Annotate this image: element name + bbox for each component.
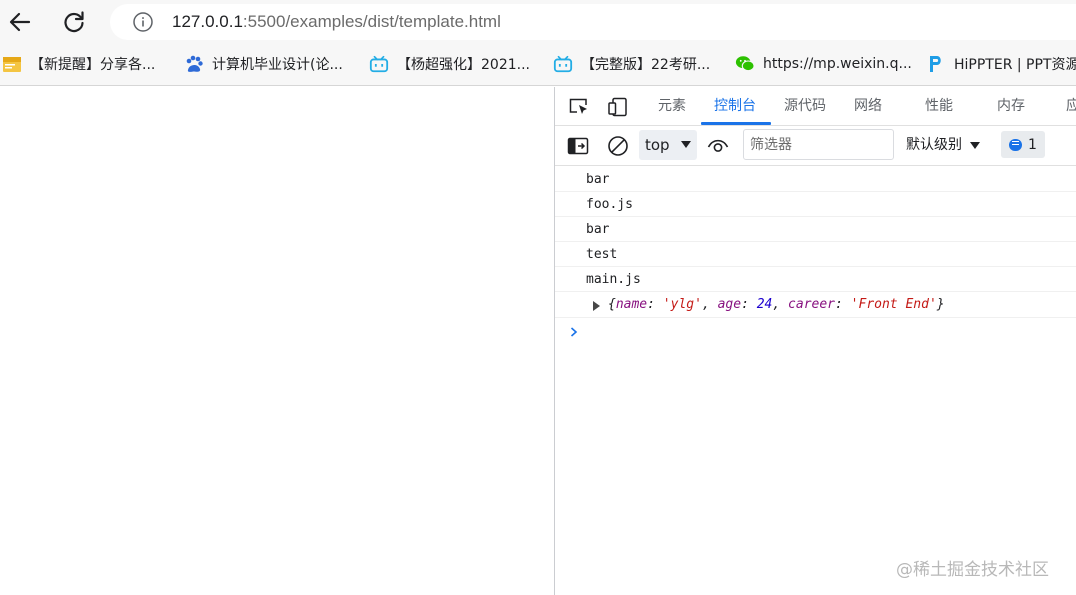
url-path: :5500/examples/dist/template.html — [242, 12, 501, 31]
bookmark-item[interactable]: HiPPTER | PPT资源 — [926, 44, 1076, 84]
issues-counter[interactable]: 1 — [1001, 131, 1045, 158]
context-selector-value: top — [645, 136, 670, 154]
context-selector[interactable]: top — [639, 130, 697, 160]
bookmark-item[interactable]: 【新提醒】分享各... — [2, 44, 155, 84]
console-message: bar — [555, 217, 1076, 242]
bookmark-item[interactable]: 【完整版】22考研... — [553, 44, 710, 84]
baidu-paw-icon — [184, 54, 204, 74]
clear-console-button[interactable] — [606, 135, 630, 157]
clear-console-icon — [608, 136, 628, 156]
object-preview: {name: 'ylg', age: 24, career: 'Front En… — [608, 297, 945, 312]
dropdown-caret-icon — [681, 141, 691, 148]
console-object-row[interactable]: {name: 'ylg', age: 24, career: 'Front En… — [555, 292, 1076, 318]
console-output: bar foo.js bar test main.js {name: 'ylg'… — [555, 167, 1076, 595]
watermark: @稀土掘金技术社区 — [896, 560, 1049, 580]
tab-memory[interactable]: 内存 — [997, 87, 1025, 126]
tab-sources[interactable]: 源代码 — [784, 87, 826, 126]
console-message: bar — [555, 167, 1076, 192]
bookmark-item[interactable]: 计算机毕业设计(论... — [184, 44, 343, 84]
device-toolbar-button[interactable] — [606, 96, 630, 118]
bilibili-icon — [369, 54, 389, 74]
tab-application[interactable]: 应 — [1066, 87, 1076, 126]
bookmark-label: HiPPTER | PPT资源 — [954, 57, 1076, 73]
message-bubble-icon — [1009, 138, 1023, 151]
sidebar-toggle-button[interactable] — [566, 135, 590, 157]
tab-elements[interactable]: 元素 — [658, 87, 686, 126]
expand-triangle-icon[interactable] — [593, 301, 600, 311]
console-filter-input[interactable] — [743, 129, 894, 160]
active-tab-indicator — [701, 122, 771, 125]
browser-navbar: 127.0.0.1:5500/examples/dist/template.ht… — [0, 0, 1076, 44]
tab-performance[interactable]: 性能 — [925, 87, 953, 126]
bookmark-label: 计算机毕业设计(论... — [212, 57, 343, 73]
eye-icon — [707, 139, 729, 152]
devtools-panel: 元素 控制台 源代码 网络 性能 内存 应 top 默认级别 1 ba — [554, 87, 1076, 595]
sidebar-toggle-icon — [567, 137, 589, 155]
wechat-icon — [735, 54, 755, 74]
bookmark-label: 【完整版】22考研... — [581, 57, 711, 73]
url-host: 127.0.0.1 — [172, 12, 243, 31]
inspect-icon — [569, 98, 587, 114]
dropdown-caret-icon — [970, 141, 980, 149]
tab-network[interactable]: 网络 — [854, 87, 882, 126]
back-button[interactable] — [4, 6, 36, 38]
back-arrow-icon — [9, 12, 31, 32]
bilibili-icon — [553, 54, 573, 74]
folder-note-icon — [2, 54, 22, 74]
prompt-chevron-icon — [570, 327, 578, 337]
address-bar[interactable]: 127.0.0.1:5500/examples/dist/template.ht… — [110, 4, 1076, 40]
reload-icon — [64, 11, 84, 33]
page-viewport — [0, 87, 554, 595]
console-message: test — [555, 242, 1076, 267]
bookmark-item[interactable]: 【杨超强化】2021... — [369, 44, 530, 84]
log-levels-dropdown[interactable]: 默认级别 — [906, 130, 980, 160]
issues-count: 1 — [1028, 136, 1037, 153]
reload-button[interactable] — [58, 6, 90, 38]
devtools-tab-bar: 元素 控制台 源代码 网络 性能 内存 应 — [555, 87, 1076, 126]
console-toolbar: top 默认级别 1 — [555, 126, 1076, 166]
console-prompt-row[interactable] — [555, 318, 1076, 344]
site-info-icon[interactable] — [132, 11, 154, 33]
hippter-icon — [926, 54, 946, 74]
bookmarks-bar: 【新提醒】分享各... 计算机毕业设计(论... 【杨超强化】2021... 【… — [0, 44, 1076, 86]
tab-console[interactable]: 控制台 — [714, 87, 756, 126]
console-message: main.js — [555, 267, 1076, 292]
bookmark-item[interactable]: https://mp.weixin.q... — [735, 44, 912, 84]
bookmark-label: 【杨超强化】2021... — [397, 57, 530, 73]
log-levels-label: 默认级别 — [906, 137, 962, 153]
bookmark-label: https://mp.weixin.q... — [763, 56, 912, 72]
bookmark-label: 【新提醒】分享各... — [30, 57, 156, 73]
live-expression-button[interactable] — [706, 135, 730, 157]
inspect-element-button[interactable] — [567, 96, 591, 118]
console-message: foo.js — [555, 192, 1076, 217]
url-text[interactable]: 127.0.0.1:5500/examples/dist/template.ht… — [172, 12, 501, 32]
device-mode-icon — [608, 97, 627, 117]
